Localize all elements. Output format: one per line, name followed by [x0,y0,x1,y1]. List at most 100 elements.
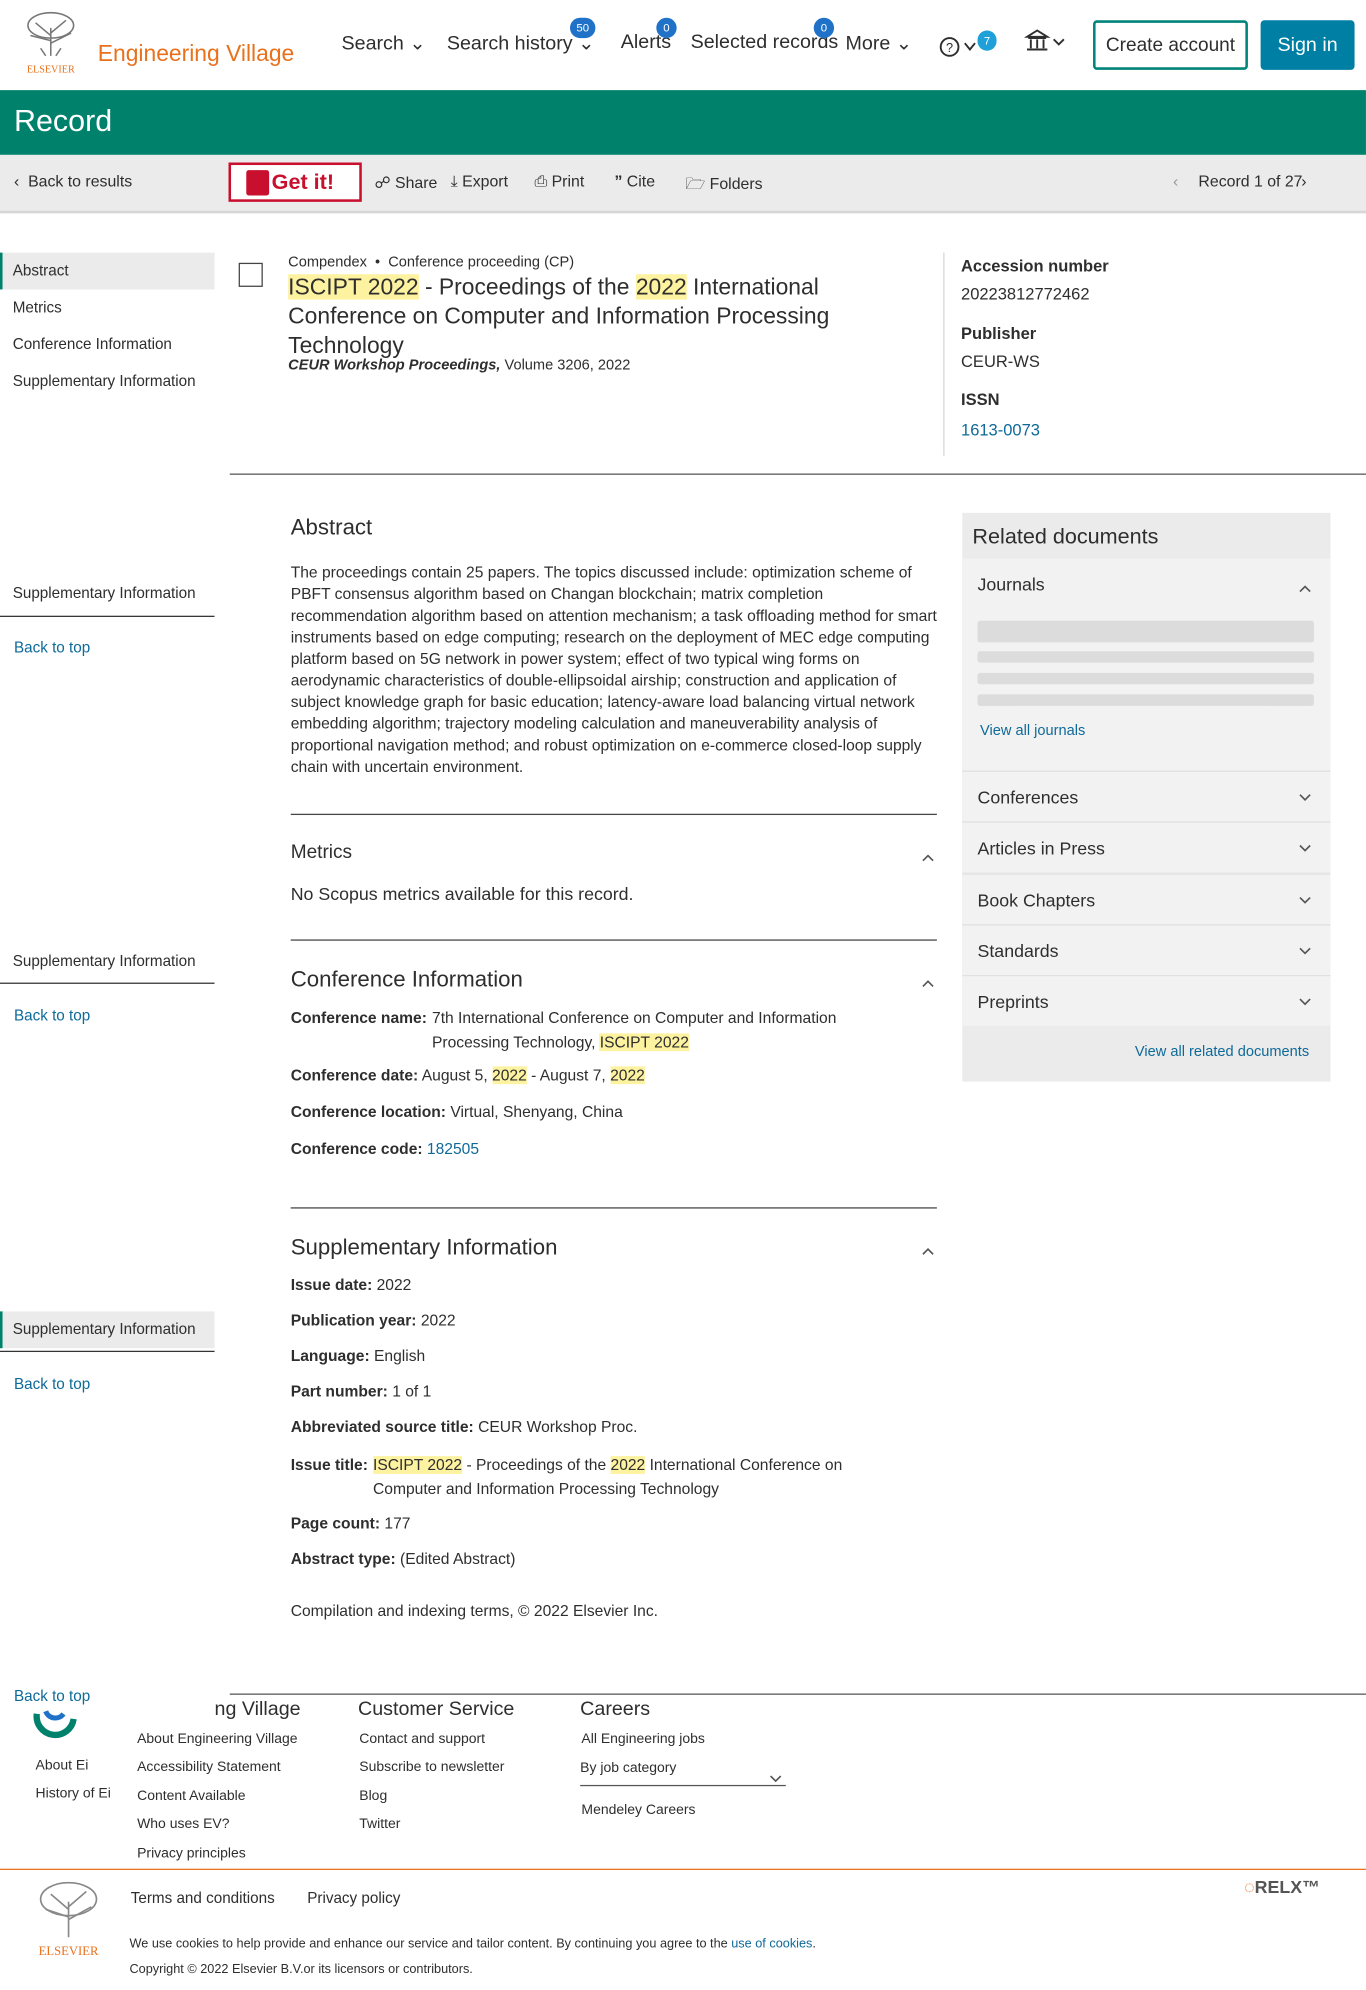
database-label: Compendex [288,255,367,271]
chevron-up-icon [922,1248,934,1255]
elsevier-footer-logo[interactable]: ELSEVIER [30,1876,106,1960]
chevron-down-icon [1299,896,1311,904]
print-button[interactable]: ⎙ Print [534,173,584,192]
view-all-related-link[interactable]: View all related documents [1135,1045,1309,1060]
export-label: Export [462,172,508,191]
select-record-checkbox[interactable] [238,262,263,287]
terms-link[interactable]: Terms and conditions [131,1889,275,1907]
back-to-results-link[interactable]: ‹ Back to results [14,173,132,191]
conference-name-highlight: ISCIPT 2022 [599,1033,689,1052]
preprints-label: Preprints [977,991,1049,1012]
back-to-top-link[interactable]: Back to top [14,639,90,657]
issue-title-highlight: ISCIPT 2022 [373,1456,463,1474]
collapse-metrics-button[interactable] [922,848,935,871]
preprints-toggle[interactable]: Preprints [962,974,1331,1026]
leftnav-supplementary[interactable]: Supplementary Information [0,363,215,400]
back-to-top-link[interactable]: Back to top [14,1687,90,1705]
footer-link[interactable]: Twitter [359,1817,400,1832]
footer-link[interactable]: Contact and support [359,1732,485,1747]
institution-menu[interactable] [1023,29,1067,61]
cite-button[interactable]: ” Cite [614,173,655,191]
job-category-select[interactable]: By job category [580,1756,786,1787]
issn-link[interactable]: 1613-0073 [961,420,1040,439]
relx-logo[interactable]: ◌RELX™ [1244,1876,1320,1896]
metrics-heading: Metrics [290,841,353,864]
share-icon: ☍ [374,173,391,192]
get-it-button[interactable]: Get it! [228,162,362,202]
leftnav-supplementary-4[interactable]: Supplementary Information [0,1311,215,1349]
divider [229,473,1366,475]
chevron-left-icon: ‹ [13,172,20,191]
nav-search-label: Search [341,33,404,55]
footer-link[interactable]: Content Available [137,1789,245,1804]
collapse-conference-button[interactable] [922,974,935,997]
elsevier-logo[interactable]: ELSEVIER [20,10,81,76]
view-all-journals-link[interactable]: View all journals [980,724,1085,739]
privacy-link[interactable]: Privacy policy [307,1889,400,1907]
leftnav-abstract[interactable]: Abstract [0,252,215,290]
prev-record-button[interactable]: ‹ [1173,173,1178,191]
cookie-link[interactable]: use of cookies [731,1937,812,1951]
abstract-type: Abstract type: (Edited Abstract) [291,1550,516,1568]
next-record-button[interactable]: › [1301,173,1306,191]
leftnav-supplementary-2[interactable]: Supplementary Information [0,575,215,612]
leftnav-supplementary-3[interactable]: Supplementary Information [0,943,215,980]
chevron-down-icon [1299,947,1311,955]
sign-in-button[interactable]: Sign in [1260,20,1355,70]
collapse-supplementary-button[interactable] [922,1242,935,1265]
footer-careers-heading: Careers [580,1698,651,1721]
footer-link[interactable]: Subscribe to newsletter [359,1760,504,1775]
publication-year-value: 2022 [420,1311,456,1330]
footer-link[interactable]: Accessibility Statement [137,1760,281,1775]
back-to-top-link[interactable]: Back to top [14,1375,90,1393]
supplementary-heading: Supplementary Information [290,1233,558,1260]
nav-more[interactable]: More ⌄ [845,32,912,56]
page-count: Page count: 177 [291,1515,411,1533]
footer-link[interactable]: Who uses EV? [137,1817,229,1832]
source-name[interactable]: CEUR Workshop Proceedings, [288,358,500,373]
loading-placeholder [977,694,1314,706]
chevron-down-icon [1299,844,1311,852]
search-history-badge: 50 [570,17,596,39]
collapse-journals-button[interactable] [1299,579,1312,602]
articles-in-press-toggle[interactable]: Articles in Press [962,821,1331,873]
create-account-button[interactable]: Create account [1093,20,1248,70]
footer-link[interactable]: Mendeley Careers [581,1803,695,1818]
footer-link[interactable]: About Engineering Village [137,1732,297,1747]
selected-records-badge: 0 [813,17,835,39]
ei-logo[interactable] [33,1706,79,1750]
language-value: English [373,1346,426,1365]
book-chapters-toggle[interactable]: Book Chapters [962,873,1331,925]
back-to-top-link[interactable]: Back to top [14,1007,90,1025]
journals-toggle[interactable]: Journals [978,574,1045,594]
chevron-up-icon [1299,585,1311,593]
chevron-down-icon [1299,998,1311,1006]
abstract-type-value: (Edited Abstract) [400,1550,516,1568]
footer-link[interactable]: Blog [359,1789,387,1804]
nav-search[interactable]: Search ⌄ [341,32,425,56]
chevron-down-icon: ⌄ [895,33,913,55]
conference-location-value: Virtual, Shenyang, China [450,1103,623,1121]
standards-toggle[interactable]: Standards [962,924,1331,975]
history-ei-link[interactable]: History of Ei [36,1786,111,1801]
leftnav-conference[interactable]: Conference Information [0,326,215,363]
share-button[interactable]: ☍ Share [375,173,438,192]
conference-code-link[interactable]: 182505 [427,1140,479,1158]
conferences-toggle[interactable]: Conferences [962,770,1331,822]
quote-icon: ” [614,172,623,191]
loading-placeholder [977,620,1314,643]
brand-name[interactable]: Engineering Village [98,41,295,68]
footer-link[interactable]: All Engineering jobs [581,1732,704,1747]
issue-title-label: Issue title: [290,1456,368,1474]
help-menu[interactable]: ? [939,34,980,66]
about-ei-link[interactable]: About Ei [36,1758,89,1773]
ei-logo-icon [33,1710,77,1739]
record-band: Record [0,90,1366,155]
issue-title: Issue title: ISCIPT 2022 - Proceedings of… [291,1454,913,1502]
export-button[interactable]: ⤓ Export [451,173,508,192]
leftnav-metrics[interactable]: Metrics [0,289,215,326]
folders-label: Folders [709,175,763,193]
footer-link[interactable]: Privacy principles [137,1846,246,1861]
folders-button[interactable]: 🗁 Folders [686,173,763,200]
date-highlight: 2022 [492,1066,527,1085]
